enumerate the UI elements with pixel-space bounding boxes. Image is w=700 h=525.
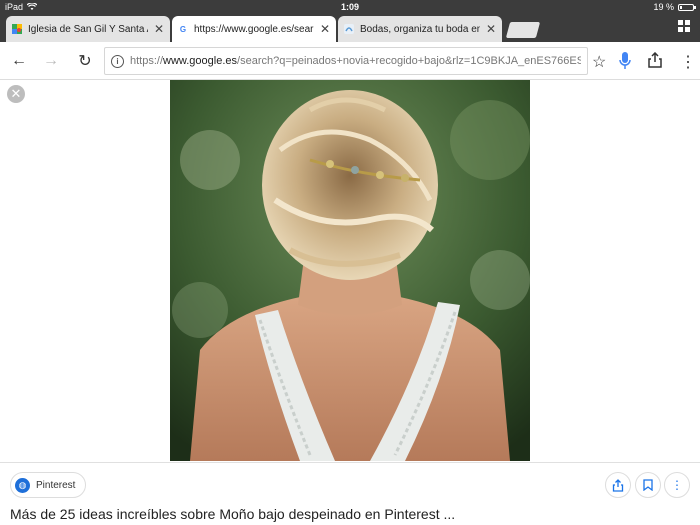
more-menu-icon[interactable]: ⋮ (680, 52, 696, 72)
info-icon[interactable]: i (111, 54, 124, 68)
bookmark-icon (643, 479, 653, 491)
tab-strip: Iglesia de San Gil Y Santa An ✕ G https:… (0, 14, 700, 42)
address-bar[interactable]: i https://www.google.es/search?q=peinado… (104, 47, 588, 75)
save-result-button[interactable] (635, 472, 661, 498)
reload-icon[interactable]: ↻ (74, 50, 96, 72)
tab-iglesia[interactable]: Iglesia de San Gil Y Santa An ✕ (6, 16, 170, 42)
url-text[interactable]: https://www.google.es/search?q=peinados+… (130, 55, 581, 67)
microphone-icon[interactable] (618, 51, 632, 71)
forward-icon[interactable]: → (40, 50, 62, 72)
divider (0, 462, 700, 463)
tab-title: Bodas, organiza tu boda en (360, 23, 480, 35)
bookmark-star-icon[interactable]: ☆ (592, 52, 606, 72)
status-time: 1:09 (340, 2, 359, 12)
back-icon[interactable]: ← (8, 50, 30, 72)
google-icon: G (179, 24, 187, 34)
more-vert-icon: ⋮ (671, 478, 683, 492)
browser-toolbar: ← → ↻ i https://www.google.es/search?q=p… (0, 42, 700, 80)
tab-google-search[interactable]: G https://www.google.es/sear ✕ (172, 16, 336, 42)
tab-close-icon[interactable]: ✕ (320, 22, 330, 36)
tab-title: https://www.google.es/sear (194, 23, 314, 35)
globe-icon: ◍ (15, 477, 30, 493)
image-viewer: ✕ ◍ Pinterest ⋮ Más de 25 ideas increíbl… (0, 80, 700, 525)
tab-switcher-icon[interactable] (678, 20, 690, 32)
share-icon[interactable] (648, 52, 662, 68)
more-options-button[interactable]: ⋮ (664, 472, 690, 498)
result-caption[interactable]: Más de 25 ideas increíbles sobre Moño ba… (10, 506, 455, 522)
tab-bodas[interactable]: Bodas, organiza tu boda en ✕ (338, 16, 502, 42)
tab-close-icon[interactable]: ✕ (486, 22, 496, 36)
close-icon[interactable]: ✕ (7, 85, 25, 103)
new-tab-button[interactable] (505, 22, 541, 38)
battery-icon (678, 3, 696, 11)
bodas-icon (344, 24, 354, 34)
tab-title: Iglesia de San Gil Y Santa An (28, 23, 148, 35)
tab-close-icon[interactable]: ✕ (154, 22, 164, 36)
maps-icon (12, 24, 22, 34)
status-right: 19 % (653, 2, 696, 12)
share-icon (612, 478, 624, 492)
source-chip[interactable]: ◍ Pinterest (10, 472, 87, 498)
share-result-button[interactable] (605, 472, 631, 498)
ios-status-bar: iPad 1:09 19 % (0, 0, 700, 14)
result-photo[interactable] (170, 80, 530, 461)
battery-percent: 19 % (653, 2, 674, 12)
source-label: Pinterest (36, 479, 76, 491)
